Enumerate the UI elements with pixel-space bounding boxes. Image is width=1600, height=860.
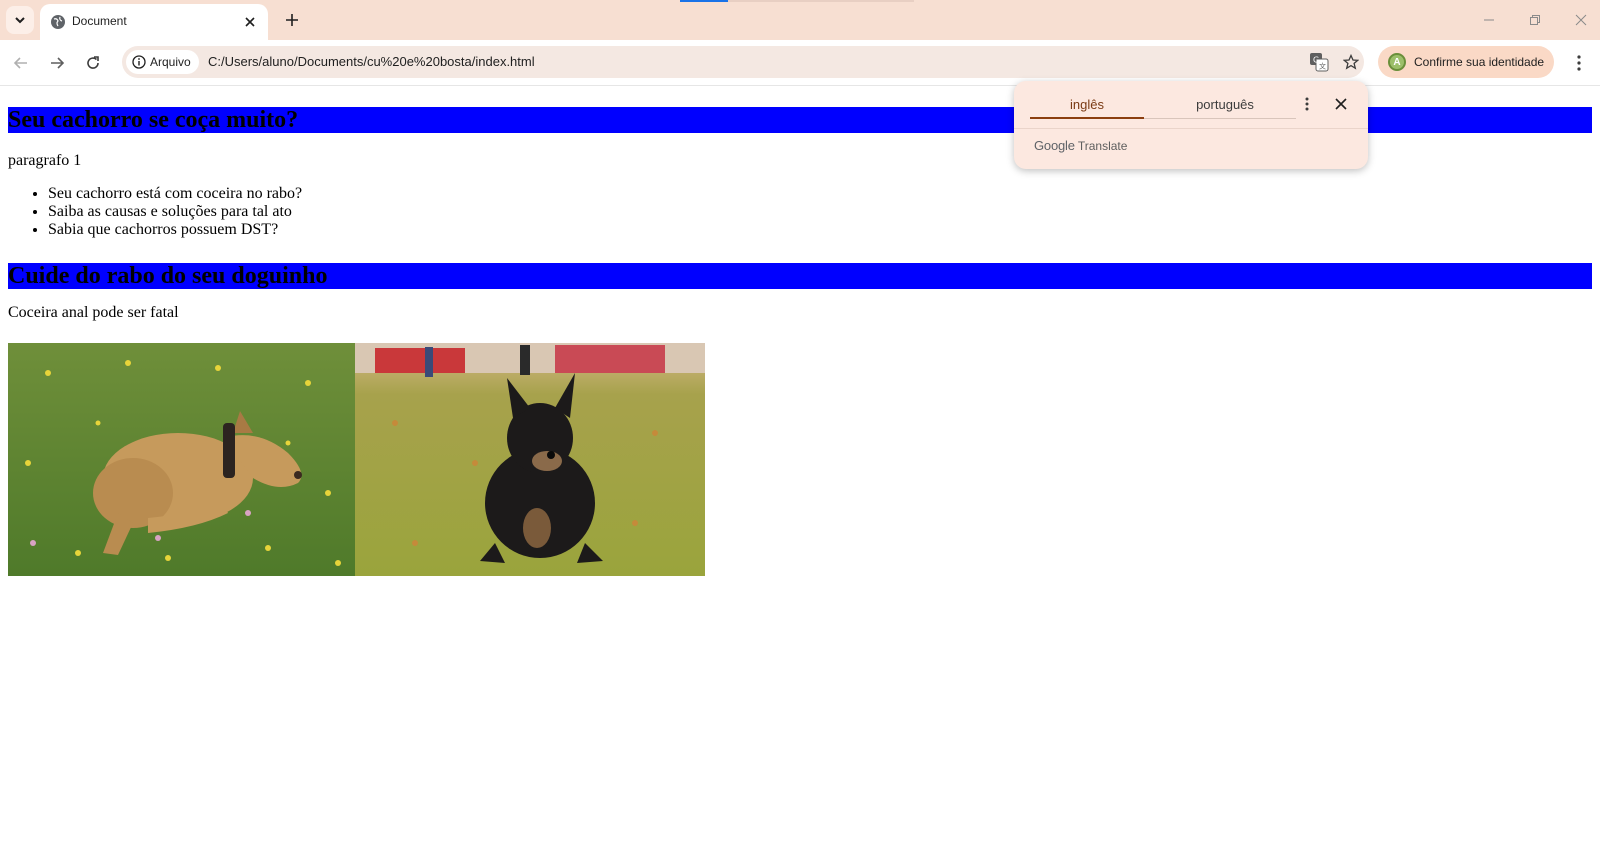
- close-tab-button[interactable]: [240, 12, 260, 32]
- list-item: Sabia que cachorros possuem DST?: [48, 221, 302, 239]
- bookmark-button[interactable]: [1340, 51, 1362, 73]
- svg-text:文: 文: [1319, 62, 1326, 71]
- identity-label: Confirme sua identidade: [1414, 55, 1545, 69]
- browser-menu-button[interactable]: [1566, 50, 1592, 76]
- plus-icon: [286, 14, 298, 26]
- page-content: Seu cachorro se coça muito? paragrafo 1 …: [0, 87, 1600, 860]
- loading-track: [728, 0, 914, 2]
- globe-icon: [51, 15, 65, 29]
- heading-2: Cuide do rabo do seu doguinho: [8, 263, 1592, 289]
- dog-sitting-image: [355, 343, 705, 576]
- bullet-list: Seu cachorro está com coceira no rabo? S…: [48, 185, 302, 239]
- site-info-chip[interactable]: Arquivo: [126, 50, 199, 74]
- close-window-button[interactable]: [1566, 6, 1596, 34]
- dog-image-2: [355, 343, 705, 576]
- translate-label: Translate: [1077, 139, 1128, 153]
- more-vert-icon: [1305, 97, 1309, 111]
- restore-button[interactable]: [1520, 6, 1550, 34]
- reload-icon: [87, 56, 99, 69]
- new-tab-button[interactable]: [280, 8, 304, 32]
- avatar: A: [1388, 53, 1406, 71]
- tab-document[interactable]: Document: [40, 4, 268, 40]
- address-bar[interactable]: Arquivo C:/Users/aluno/Documents/cu%20e%…: [122, 46, 1364, 78]
- browser-toolbar: Arquivo C:/Users/aluno/Documents/cu%20e%…: [0, 40, 1600, 86]
- back-button[interactable]: [8, 50, 34, 76]
- close-icon: [245, 17, 255, 27]
- lang-tab-source[interactable]: inglês: [1030, 89, 1144, 119]
- chevron-down-icon: [15, 17, 25, 24]
- identity-button[interactable]: A Confirme sua identidade: [1378, 46, 1554, 78]
- more-vert-icon: [1577, 55, 1581, 71]
- paragraph-1: paragrafo 1: [8, 152, 82, 169]
- dog-scratching-image: [8, 343, 358, 576]
- list-item: Seu cachorro está com coceira no rabo?: [48, 185, 302, 203]
- google-logo-text: Google: [1034, 138, 1075, 153]
- translate-page-button[interactable]: G文: [1308, 51, 1330, 73]
- dog-image-1: [8, 343, 358, 576]
- restore-icon: [1530, 15, 1540, 25]
- tab-title: Document: [72, 14, 127, 28]
- star-icon: [1343, 54, 1359, 70]
- minimize-icon: [1484, 19, 1494, 21]
- translate-icon: G文: [1310, 53, 1329, 72]
- popup-divider: [1014, 128, 1368, 129]
- loading-indicator: [680, 0, 728, 2]
- reload-button[interactable]: [80, 50, 106, 76]
- arrow-right-icon: [51, 57, 65, 69]
- translate-popup: inglês português Google Translate: [1014, 81, 1368, 169]
- close-icon: [1575, 14, 1587, 26]
- paragraph-2: Coceira anal pode ser fatal: [8, 304, 179, 321]
- google-translate-brand[interactable]: Google Translate: [1034, 138, 1127, 153]
- tab-search-button[interactable]: [6, 6, 34, 34]
- lang-tab-active-indicator: [1030, 117, 1144, 119]
- translate-options-button[interactable]: [1296, 93, 1318, 115]
- site-chip-label: Arquivo: [150, 55, 191, 69]
- url-text[interactable]: C:/Users/aluno/Documents/cu%20e%20bosta/…: [208, 54, 535, 69]
- minimize-button[interactable]: [1474, 6, 1504, 34]
- forward-button[interactable]: [44, 50, 70, 76]
- close-icon: [1335, 98, 1347, 110]
- tab-strip: Document: [0, 0, 1600, 40]
- arrow-left-icon: [13, 57, 27, 69]
- translate-close-button[interactable]: [1330, 93, 1352, 115]
- lang-tab-target[interactable]: português: [1154, 89, 1296, 119]
- info-icon: [132, 55, 146, 69]
- list-item: Saiba as causas e soluções para tal ato: [48, 203, 302, 221]
